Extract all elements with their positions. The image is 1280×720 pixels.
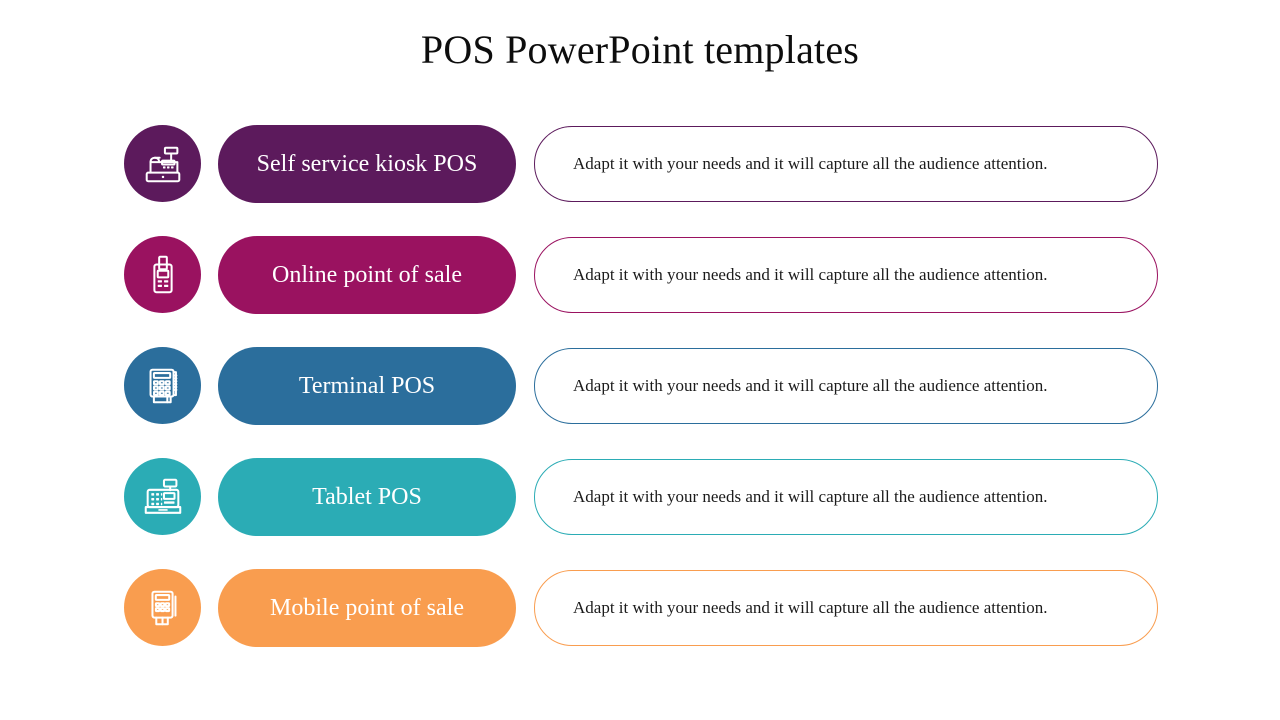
feature-label-pill-0[interactable]: Self service kiosk POS (218, 125, 516, 203)
pos-terminal-keypad-icon (140, 363, 186, 409)
feature-description-box-0[interactable]: Adapt it with your needs and it will cap… (534, 126, 1158, 202)
icon-badge-0[interactable] (124, 125, 201, 202)
feature-label-3: Tablet POS (312, 483, 422, 510)
icon-badge-1[interactable] (124, 236, 201, 313)
feature-description-box-2[interactable]: Adapt it with your needs and it will cap… (534, 348, 1158, 424)
card-terminal-icon (140, 252, 186, 298)
register-display-icon (140, 474, 186, 520)
feature-row: Mobile point of sale Adapt it with your … (0, 569, 1280, 647)
feature-description-2: Adapt it with your needs and it will cap… (573, 375, 1048, 395)
feature-row: Terminal POS Adapt it with your needs an… (0, 347, 1280, 425)
feature-row-list: Self service kiosk POS Adapt it with you… (0, 125, 1280, 647)
feature-row: Online point of sale Adapt it with your … (0, 236, 1280, 314)
page-title: POS PowerPoint templates (420, 27, 860, 72)
feature-label-2: Terminal POS (298, 372, 436, 399)
icon-badge-2[interactable] (124, 347, 201, 424)
feature-description-box-4[interactable]: Adapt it with your needs and it will cap… (534, 570, 1158, 646)
feature-label-0: Self service kiosk POS (256, 150, 478, 177)
icon-badge-3[interactable] (124, 458, 201, 535)
feature-row: Self service kiosk POS Adapt it with you… (0, 125, 1280, 203)
feature-label-pill-1[interactable]: Online point of sale (218, 236, 516, 314)
feature-label-pill-2[interactable]: Terminal POS (218, 347, 516, 425)
feature-label-4: Mobile point of sale (270, 594, 464, 621)
feature-description-3: Adapt it with your needs and it will cap… (573, 486, 1048, 506)
icon-badge-4[interactable] (124, 569, 201, 646)
slide-canvas: POS PowerPoint templates Self service ki… (0, 0, 1280, 720)
feature-label-pill-3[interactable]: Tablet POS (218, 458, 516, 536)
feature-description-box-1[interactable]: Adapt it with your needs and it will cap… (534, 237, 1158, 313)
feature-description-0: Adapt it with your needs and it will cap… (573, 153, 1048, 173)
feature-label-pill-4[interactable]: Mobile point of sale (218, 569, 516, 647)
cash-register-icon (140, 141, 186, 187)
feature-description-4: Adapt it with your needs and it will cap… (573, 597, 1048, 617)
feature-description-1: Adapt it with your needs and it will cap… (573, 264, 1048, 284)
feature-description-box-3[interactable]: Adapt it with your needs and it will cap… (534, 459, 1158, 535)
feature-label-1: Online point of sale (272, 261, 462, 288)
feature-row: Tablet POS Adapt it with your needs and … (0, 458, 1280, 536)
mobile-card-reader-icon (140, 585, 186, 631)
